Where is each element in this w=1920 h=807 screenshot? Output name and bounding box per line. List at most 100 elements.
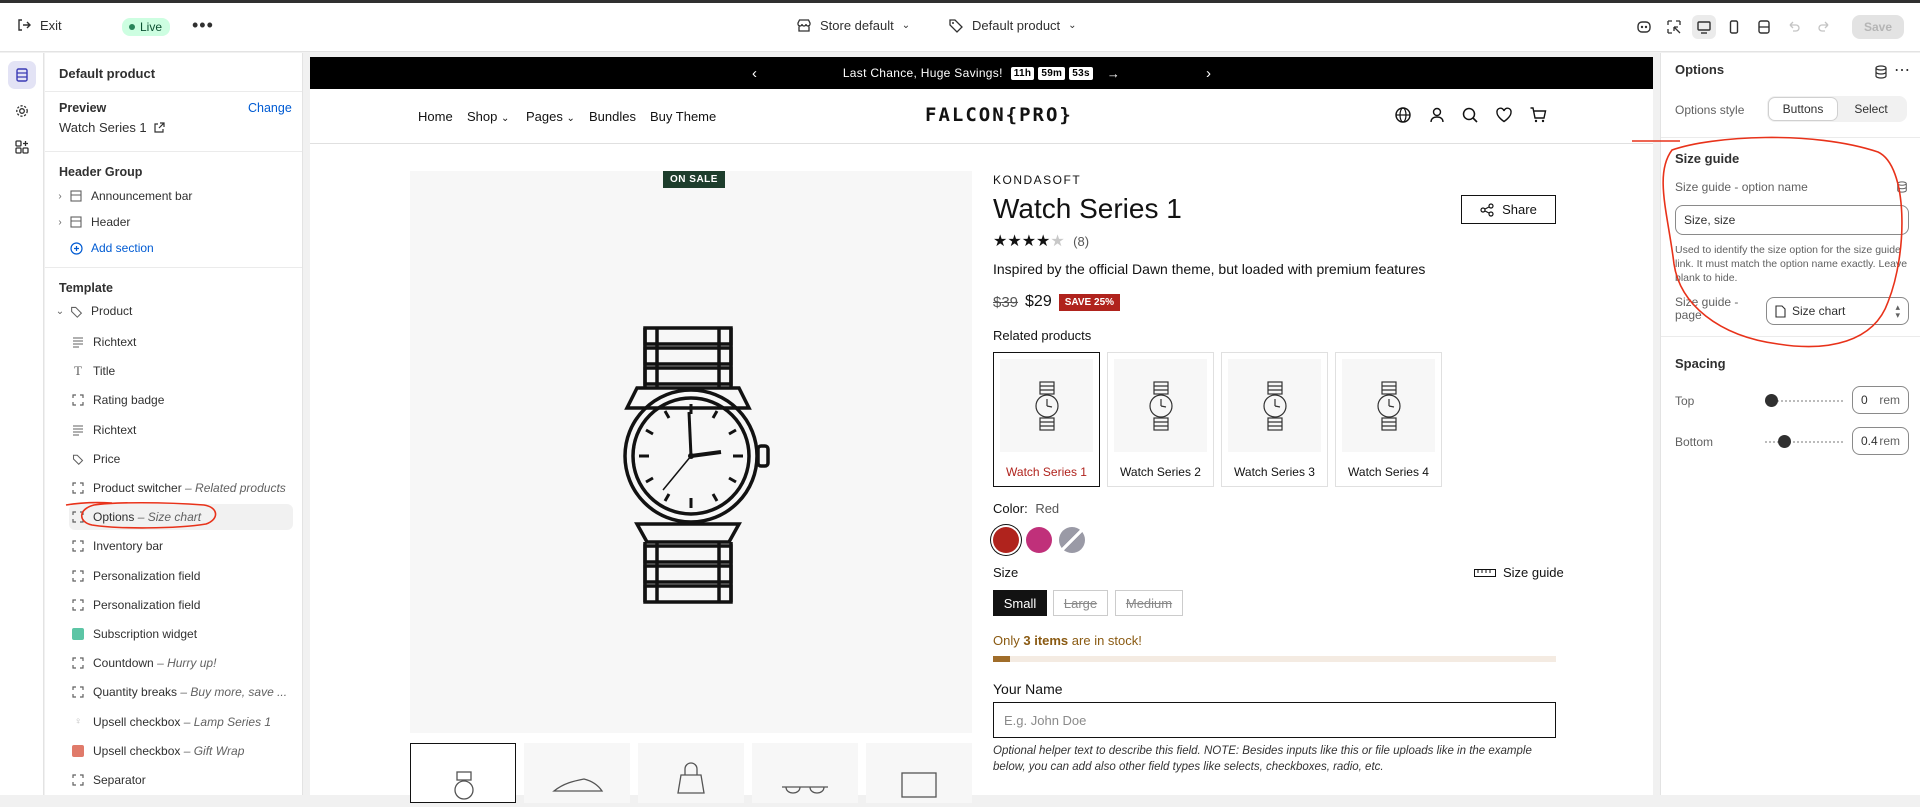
sidebar-item-header[interactable]: › Header	[53, 209, 293, 235]
search-icon[interactable]	[1461, 106, 1479, 124]
options-style-toggle: Buttons Select	[1767, 96, 1907, 122]
thumbnail-4[interactable]	[752, 743, 858, 803]
style-select-option[interactable]: Select	[1837, 98, 1905, 120]
sections-sidebar: Default product Preview Change Watch Ser…	[45, 53, 303, 795]
preview-product[interactable]: Watch Series 1	[59, 120, 165, 135]
template-select[interactable]: Default product ⌄	[948, 17, 1077, 33]
style-buttons-option[interactable]: Buttons	[1769, 98, 1837, 120]
sidebar-block-product-switcher[interactable]: Product switcher – Related products	[69, 475, 293, 501]
account-icon[interactable]	[1428, 106, 1446, 124]
more-actions-button[interactable]: •••	[192, 15, 214, 36]
arrow-right-icon[interactable]: →	[1107, 66, 1120, 81]
store-logo[interactable]: FALCON{PRO}	[925, 104, 1073, 126]
fullscreen-button[interactable]	[1752, 15, 1776, 39]
slider-knob[interactable]	[1765, 394, 1778, 407]
size-guide-page-select[interactable]: Size chart ▴ ▾	[1766, 297, 1909, 325]
change-preview-link[interactable]: Change	[248, 101, 292, 115]
thumbnail-1[interactable]	[410, 743, 516, 803]
inventory-text: Only 3 items are in stock!	[993, 633, 1142, 648]
panel-title: Options	[1675, 62, 1725, 77]
color-swatch[interactable]	[1059, 527, 1085, 553]
nav-buy-theme[interactable]: Buy Theme	[650, 109, 716, 124]
announcement-prev-icon[interactable]: ‹	[752, 65, 757, 82]
heart-icon[interactable]	[1495, 106, 1513, 124]
color-swatch[interactable]	[1026, 527, 1052, 553]
your-name-input[interactable]: E.g. John Doe	[993, 702, 1556, 738]
thumbnail-5[interactable]	[866, 743, 972, 803]
related-product-card[interactable]: Watch Series 2	[1107, 352, 1214, 487]
related-product-card[interactable]: Watch Series 3	[1221, 352, 1328, 487]
product-main-image[interactable]	[410, 171, 972, 733]
bottom-spacing-slider[interactable]	[1765, 435, 1845, 448]
mobile-view-button[interactable]	[1722, 15, 1746, 39]
sidebar-block-upsell-checkbox[interactable]: Upsell checkbox – Gift Wrap	[69, 738, 293, 764]
apps-icon	[15, 140, 29, 154]
nav-bundles[interactable]: Bundles	[589, 109, 636, 124]
bottom-spacing-input[interactable]: 0.4 rem	[1852, 427, 1909, 455]
sidebar-block-countdown[interactable]: Countdown – Hurry up!	[69, 650, 293, 676]
sidebar-block-price[interactable]: Price	[69, 446, 293, 472]
sidebar-item-announcement-bar[interactable]: › Announcement bar	[53, 183, 293, 209]
announcement-next-icon[interactable]: ›	[1206, 65, 1211, 82]
database-icon[interactable]	[1874, 65, 1888, 79]
sections-rail-button[interactable]	[8, 61, 36, 89]
sidebar-block-personalization-field[interactable]: Personalization field	[69, 563, 293, 589]
sidebar-block-subscription-widget[interactable]: Subscription widget	[69, 621, 293, 647]
globe-icon[interactable]	[1394, 106, 1412, 124]
ai-button[interactable]	[1632, 15, 1656, 39]
size-guide-option-name-input[interactable]: Size, size	[1675, 205, 1909, 235]
color-swatch[interactable]	[993, 527, 1019, 553]
related-product-image	[1228, 359, 1321, 452]
sidebar-block-title[interactable]: T Title	[69, 358, 293, 384]
share-label: Share	[1502, 202, 1537, 217]
star-icon: ★	[1007, 233, 1022, 250]
sidebar-block-upsell-checkbox[interactable]: ♀ Upsell checkbox – Lamp Series 1	[69, 709, 293, 735]
size-small-button[interactable]: Small	[993, 590, 1047, 616]
unit-label: rem	[1879, 434, 1900, 448]
related-product-card[interactable]: Watch Series 1	[993, 352, 1100, 487]
top-spacing-input[interactable]: 0 rem	[1852, 386, 1909, 414]
sidebar-block-richtext[interactable]: Richtext	[69, 329, 293, 355]
sidebar-block-separator[interactable]: Separator	[69, 767, 293, 793]
undo-button[interactable]	[1782, 15, 1806, 39]
apps-rail-button[interactable]	[8, 133, 36, 161]
save-button[interactable]: Save	[1851, 15, 1904, 39]
slider-knob[interactable]	[1778, 435, 1792, 448]
page-select-value: Size chart	[1792, 304, 1846, 318]
more-options-button[interactable]: ⋯	[1894, 60, 1911, 80]
nav-home[interactable]: Home	[418, 109, 453, 124]
on-sale-badge: ON SALE	[663, 171, 725, 188]
desktop-view-button[interactable]	[1691, 15, 1716, 39]
sidebar-item-product[interactable]: ⌄ Product	[53, 298, 293, 324]
save-badge: SAVE 25%	[1058, 293, 1121, 311]
sidebar-block-rating-badge[interactable]: Rating badge	[69, 387, 293, 413]
top-spacing-value: 0	[1861, 393, 1868, 407]
theme-settings-rail-button[interactable]	[8, 97, 36, 125]
size-medium-button[interactable]: Medium	[1115, 590, 1183, 616]
sidebar-block-personalization-field[interactable]: Personalization field	[69, 592, 293, 618]
sidebar-block-richtext[interactable]: Richtext	[69, 417, 293, 443]
sidebar-block-inventory-bar[interactable]: Inventory bar	[69, 533, 293, 559]
add-section-button[interactable]: Add section	[53, 235, 293, 261]
sidebar-block-quantity-breaks[interactable]: Quantity breaks – Buy more, save ...	[69, 679, 293, 705]
exit-button[interactable]: Exit	[16, 17, 62, 33]
store-select[interactable]: Store default ⌄	[796, 17, 910, 33]
share-button[interactable]: Share	[1461, 195, 1556, 224]
cart-icon[interactable]	[1529, 106, 1547, 124]
database-icon[interactable]	[1896, 181, 1908, 193]
top-spacing-slider[interactable]	[1765, 394, 1845, 407]
star-icon: ★	[1036, 233, 1051, 250]
inspector-button[interactable]	[1662, 15, 1686, 39]
nav-pages[interactable]: Pages ⌄	[526, 109, 575, 124]
size-guide-link[interactable]: Size guide	[1474, 565, 1564, 580]
color-label: Color:	[993, 501, 1028, 516]
sidebar-block-options[interactable]: Options – Size chart	[69, 504, 293, 531]
nav-shop[interactable]: Shop ⌄	[467, 109, 509, 124]
redo-button[interactable]	[1812, 15, 1836, 39]
watch-thumb-icon	[454, 771, 474, 800]
related-product-card[interactable]: Watch Series 4	[1335, 352, 1442, 487]
thumbnail-2[interactable]	[524, 743, 630, 803]
thumbnail-3[interactable]	[638, 743, 744, 803]
size-large-button[interactable]: Large	[1053, 590, 1108, 616]
color-value: Red	[1035, 501, 1060, 516]
